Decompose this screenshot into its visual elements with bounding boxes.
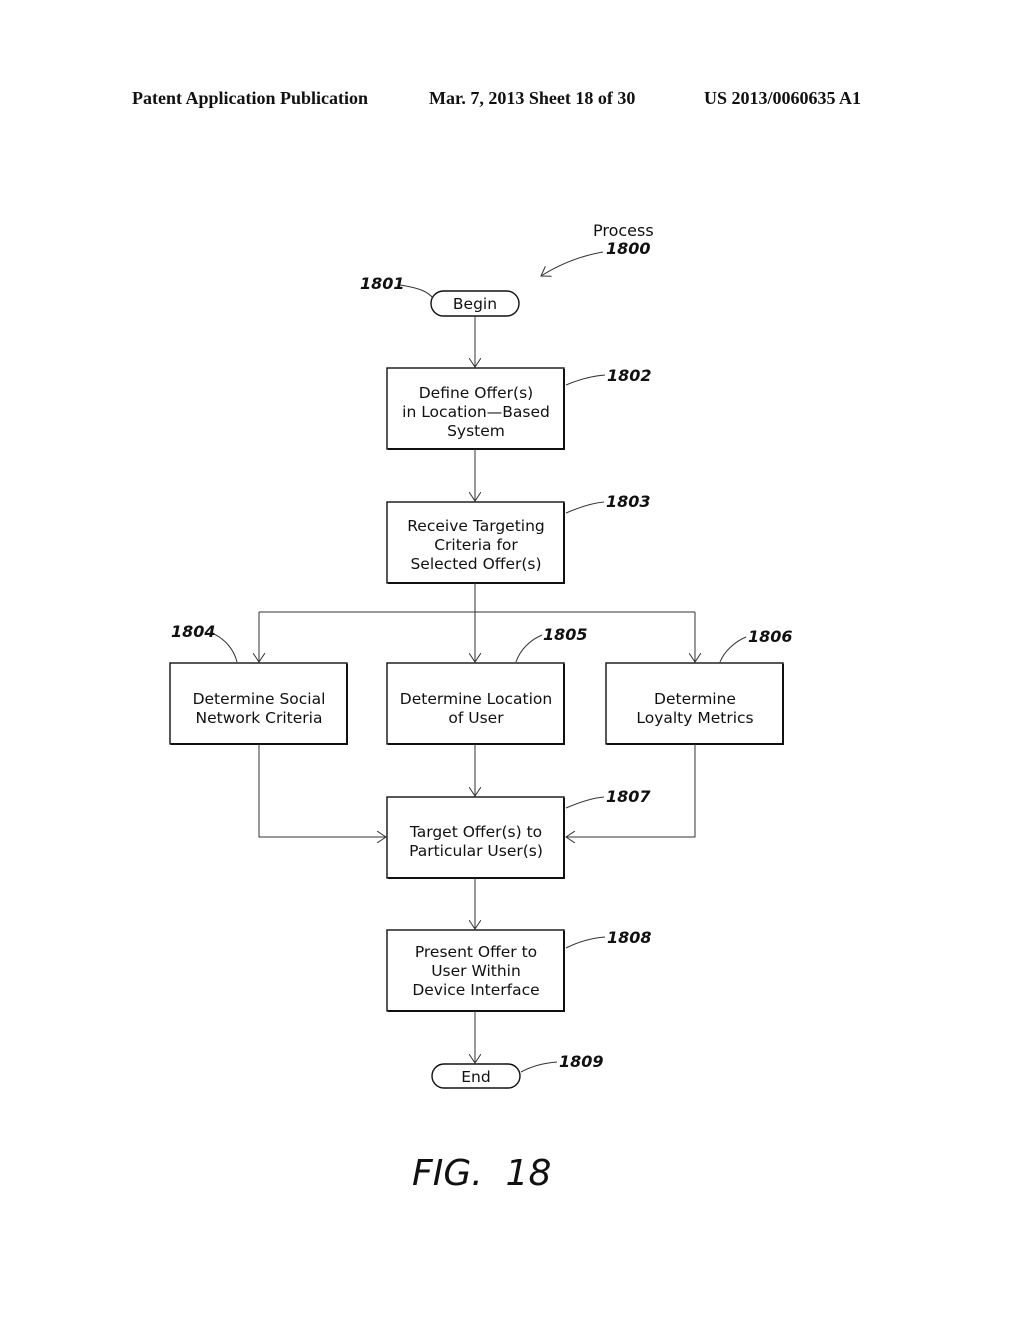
step-1808-line-3: Device Interface bbox=[412, 981, 539, 999]
step-receive-targeting: Receive Targeting Criteria for Selected … bbox=[386, 501, 565, 584]
leader-1803 bbox=[565, 501, 605, 514]
leader-1801 bbox=[399, 284, 434, 299]
begin-label: Begin bbox=[453, 295, 497, 313]
leader-1809 bbox=[520, 1061, 558, 1073]
step-1807-line-1: Target Offer(s) to bbox=[409, 823, 542, 841]
step-1808-line-1: Present Offer to bbox=[415, 943, 537, 961]
step-1806-line-2: Loyalty Metrics bbox=[636, 709, 753, 727]
figure-label: FIG. 18 bbox=[412, 1153, 551, 1194]
begin-terminal: Begin bbox=[430, 290, 520, 317]
leader-1805 bbox=[515, 634, 543, 663]
step-1802-line-2: in Location—Based bbox=[402, 403, 550, 421]
step-1805-line-1: Determine Location bbox=[400, 690, 552, 708]
step-1806-line-1: Determine bbox=[654, 690, 736, 708]
ref-1809: 1809 bbox=[559, 1052, 604, 1071]
step-1804-line-2: Network Criteria bbox=[196, 709, 323, 727]
flowchart: Process 1800 Begin 1801 Define Offer(s) … bbox=[169, 221, 793, 1194]
step-loyalty-metrics: Determine Loyalty Metrics bbox=[605, 662, 784, 745]
leader-1804 bbox=[213, 633, 238, 663]
end-label: End bbox=[461, 1068, 490, 1086]
leader-1806 bbox=[719, 636, 747, 663]
ref-1801: 1801 bbox=[360, 274, 405, 293]
step-1808-line-2: User Within bbox=[431, 962, 521, 980]
step-define-offers: Define Offer(s) in Location—Based System bbox=[386, 367, 565, 450]
step-target-offers: Target Offer(s) to Particular User(s) bbox=[386, 796, 565, 879]
step-1802-line-1: Define Offer(s) bbox=[419, 384, 533, 402]
step-1804-line-1: Determine Social bbox=[193, 690, 326, 708]
ref-1803: 1803 bbox=[606, 492, 651, 511]
end-terminal: End bbox=[431, 1063, 521, 1089]
leader-1807 bbox=[565, 796, 605, 809]
leader-1802 bbox=[565, 374, 606, 386]
process-label: Process bbox=[593, 221, 654, 240]
step-social-network-criteria: Determine Social Network Criteria bbox=[169, 662, 348, 745]
step-1803-line-1: Receive Targeting bbox=[407, 517, 545, 535]
arrow-1804-1807 bbox=[258, 744, 386, 837]
ref-1805: 1805 bbox=[543, 625, 588, 644]
process-ref: 1800 bbox=[606, 239, 651, 258]
ref-1807: 1807 bbox=[606, 787, 651, 806]
step-1807-line-2: Particular User(s) bbox=[409, 842, 543, 860]
step-1805-line-2: of User bbox=[448, 709, 504, 727]
process-pointer-arrow bbox=[541, 251, 604, 276]
step-1803-line-2: Criteria for bbox=[434, 536, 518, 554]
step-1803-line-3: Selected Offer(s) bbox=[410, 555, 541, 573]
step-present-offer: Present Offer to User Within Device Inte… bbox=[386, 929, 565, 1012]
ref-1808: 1808 bbox=[607, 928, 652, 947]
ref-1802: 1802 bbox=[607, 366, 652, 385]
step-determine-location: Determine Location of User bbox=[386, 662, 565, 745]
step-1802-line-3: System bbox=[447, 422, 505, 440]
leader-1808 bbox=[565, 936, 606, 949]
ref-1806: 1806 bbox=[748, 627, 793, 646]
ref-1804: 1804 bbox=[171, 622, 216, 641]
